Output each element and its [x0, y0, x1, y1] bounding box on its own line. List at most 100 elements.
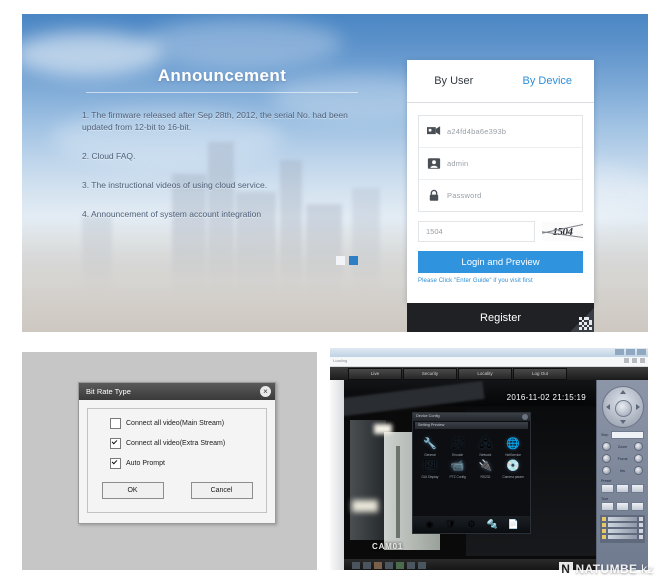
fullscreen-icon[interactable] [407, 561, 415, 569]
tools-icon[interactable] [640, 358, 645, 363]
iris-close-icon[interactable] [602, 466, 611, 475]
snapshot-icon[interactable] [385, 561, 393, 569]
device-id-field[interactable]: a24fd4ba6e393b [419, 116, 582, 148]
channel-end-icon[interactable] [639, 535, 643, 539]
arrow-left-icon[interactable] [605, 404, 610, 410]
video-feed[interactable]: 2016-11-02 21:15:19 CAM01 Device Config … [344, 380, 596, 570]
config-item-camera-param[interactable]: 💿 Camera param [500, 459, 526, 479]
tab-by-device[interactable]: By Device [501, 60, 595, 102]
channel-row[interactable] [602, 535, 643, 539]
menu-locality[interactable]: Locality [458, 367, 512, 380]
channel-end-icon[interactable] [639, 517, 643, 521]
announcement-item[interactable]: 3. The instructional videos of using clo… [82, 179, 362, 191]
tab-by-user[interactable]: By User [407, 60, 501, 102]
record-icon[interactable] [374, 561, 382, 569]
cancel-button[interactable]: Cancel [190, 482, 253, 499]
channel-bar[interactable] [608, 523, 637, 527]
arrow-down-icon[interactable] [619, 420, 626, 424]
close-icon[interactable]: × [260, 386, 271, 397]
ptz-direction-pad[interactable] [601, 386, 644, 428]
option-auto-prompt[interactable]: Auto Prompt [110, 458, 266, 469]
config-item-general[interactable]: 🔧 General [417, 437, 443, 457]
stop-icon[interactable] [363, 561, 371, 569]
ptz-step-row[interactable]: Step [601, 431, 644, 439]
close-icon[interactable] [522, 414, 528, 420]
maximize-icon[interactable] [626, 349, 635, 355]
focus-near-icon[interactable] [602, 454, 611, 463]
channel-row[interactable] [602, 517, 643, 521]
config-item-rs232[interactable]: 🔌 RS232 [473, 459, 499, 479]
iris-open-icon[interactable] [633, 466, 643, 475]
window-controls[interactable] [615, 349, 646, 355]
play-icon[interactable] [352, 561, 360, 569]
captcha-input[interactable]: 1504 [418, 221, 535, 242]
announcement-item[interactable]: 1. The firmware released after Sep 28th,… [82, 109, 362, 133]
ptz-step-select[interactable] [611, 431, 644, 439]
tour-stop-icon[interactable] [616, 502, 629, 511]
pager-dot-1[interactable] [336, 256, 345, 265]
close-icon[interactable] [637, 349, 646, 355]
preset-set-icon[interactable] [601, 484, 614, 493]
record-icon[interactable]: ◉ [424, 519, 436, 531]
config-item-ptz-config[interactable]: 📹 PTZ Config [445, 459, 471, 479]
option-main-stream[interactable]: Connect all video(Main Stream) [110, 418, 266, 429]
channel-row[interactable] [602, 523, 643, 527]
tour-start-icon[interactable] [601, 502, 614, 511]
tour-edit-icon[interactable] [631, 502, 644, 511]
channel-end-icon[interactable] [639, 523, 643, 527]
register-button[interactable]: Register [407, 303, 594, 332]
channel-list[interactable] [600, 515, 645, 543]
home-icon[interactable] [624, 358, 629, 363]
username-field[interactable]: admin [419, 148, 582, 180]
focus-far-icon[interactable] [633, 454, 643, 463]
ptz-preset-buttons[interactable] [601, 484, 644, 493]
preset-delete-icon[interactable] [631, 484, 644, 493]
ptz-focus-row[interactable]: Focus [602, 454, 643, 463]
zoom-out-icon[interactable] [602, 442, 611, 451]
arrow-up-icon[interactable] [619, 390, 626, 394]
menu-logout[interactable]: Log Out [513, 367, 567, 380]
config-item-gui-display[interactable]: 🖼 GUI Display [417, 459, 443, 479]
audio-icon[interactable] [396, 561, 404, 569]
config-item-netservice[interactable]: 🌐 NetService [500, 437, 526, 457]
browser-urlbar[interactable]: Loading [330, 357, 648, 367]
ptz-iris-row[interactable]: Iris [602, 466, 643, 475]
option-extra-stream[interactable]: Connect all video(Extra Stream) [110, 438, 266, 449]
checkbox-main-stream[interactable] [110, 418, 121, 429]
announcement-item[interactable]: 2. Cloud FAQ. [82, 150, 362, 162]
channel-bar[interactable] [608, 517, 637, 521]
favorites-icon[interactable] [632, 358, 637, 363]
channel-bar[interactable] [608, 529, 637, 533]
zoom-in-icon[interactable] [634, 442, 643, 451]
ptz-zoom-row[interactable]: Zoom [602, 442, 643, 451]
announcement-pager[interactable] [336, 256, 358, 265]
announcement-item[interactable]: 4. Announcement of system account integr… [82, 208, 362, 220]
login-and-preview-button[interactable]: Login and Preview [418, 251, 583, 273]
checkbox-extra-stream[interactable] [110, 438, 121, 449]
config-item-network[interactable]: 🖧 Network [473, 437, 499, 457]
ptz-tour-buttons[interactable] [601, 502, 644, 511]
arrow-right-icon[interactable] [635, 404, 640, 410]
channel-bar[interactable] [608, 535, 637, 539]
pager-dot-2[interactable] [349, 256, 358, 265]
password-field[interactable]: Password [419, 180, 582, 211]
browser-toolbar-icons[interactable] [624, 358, 645, 363]
info-icon[interactable]: 📄 [508, 519, 520, 531]
menu-live[interactable]: Live [348, 367, 402, 380]
ptz-center-button[interactable] [615, 399, 632, 417]
minimize-icon[interactable] [615, 349, 624, 355]
shield-icon[interactable]: 🛡 [445, 519, 457, 531]
checkbox-auto-prompt[interactable] [110, 458, 121, 469]
channel-row[interactable] [602, 529, 643, 533]
device-id-value: a24fd4ba6e393b [447, 127, 507, 136]
qr-code-corner-icon[interactable] [569, 308, 594, 332]
config-item-encode[interactable]: 🛠 Encode [445, 437, 471, 457]
captcha-image[interactable]: 1504 [542, 222, 583, 241]
ok-button[interactable]: OK [101, 482, 164, 499]
layout-icon[interactable] [418, 561, 426, 569]
channel-end-icon[interactable] [639, 529, 643, 533]
menu-security[interactable]: Security [403, 367, 457, 380]
preset-call-icon[interactable] [616, 484, 629, 493]
gear-icon[interactable]: ⚙ [466, 519, 478, 531]
advanced-icon[interactable]: 🔩 [487, 519, 499, 531]
